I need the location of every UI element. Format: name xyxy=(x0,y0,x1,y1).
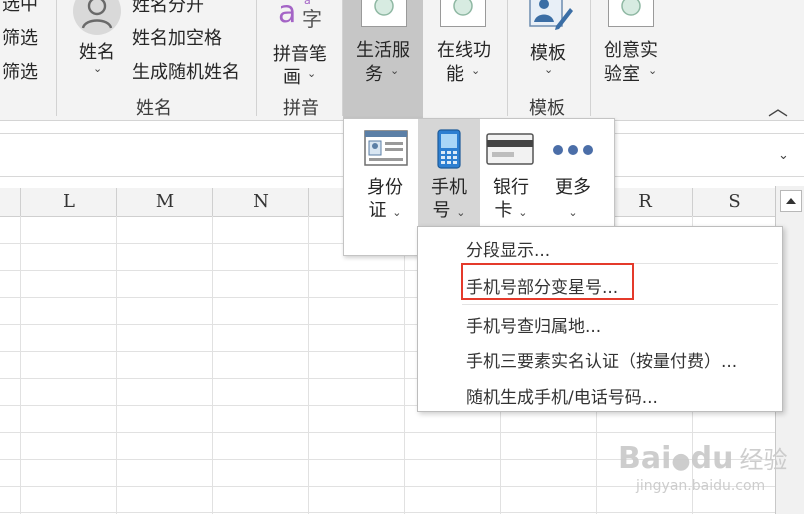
menu-item-phone-location[interactable]: 手机号查归属地... xyxy=(466,312,601,337)
menu-item-real-name-verify[interactable]: 手机三要素实名认证（按量付费）... xyxy=(466,347,737,372)
bank-card-label-line2: 卡 ⌄ xyxy=(494,200,528,221)
scroll-up-button[interactable] xyxy=(780,190,802,212)
highlight-box xyxy=(461,263,634,300)
phone-number-label-line1: 手机 xyxy=(431,177,467,198)
paw-icon: ● xyxy=(671,449,691,474)
id-card-button[interactable]: 身份 证 ⌄ xyxy=(350,119,420,226)
id-card-icon xyxy=(364,130,408,166)
menu-divider xyxy=(462,304,778,305)
more-dropdown-icon[interactable]: ⌄ xyxy=(542,199,604,224)
bank-card-icon xyxy=(486,133,534,165)
menu-item-segment-display[interactable]: 分段显示... xyxy=(466,236,550,261)
more-label: 更多 xyxy=(555,177,591,198)
watermark-url: jingyan.baidu.com xyxy=(636,478,766,494)
bank-card-button[interactable]: 银行 卡 ⌄ xyxy=(480,119,542,226)
mobile-phone-icon xyxy=(434,128,464,170)
bank-card-label-line1: 银行 xyxy=(493,177,529,198)
menu-item-random-phone[interactable]: 随机生成手机/电话号码... xyxy=(466,383,658,408)
watermark-brand: Bai●du 经验 xyxy=(618,441,788,476)
phone-number-menu: 分段显示... 手机号部分变星号... 手机号查归属地... 手机三要素实名认证… xyxy=(417,226,783,412)
phone-number-label-line2: 号 ⌄ xyxy=(432,200,466,221)
id-card-label-line2: 证 ⌄ xyxy=(368,200,402,221)
more-button[interactable]: 更多 ⌄ xyxy=(542,119,604,226)
more-dots-icon xyxy=(552,141,594,155)
id-card-label-line1: 身份 xyxy=(367,177,403,198)
phone-number-button[interactable]: 手机 号 ⌄ xyxy=(418,119,480,226)
expand-formula-icon[interactable]: ⌄ xyxy=(778,148,789,163)
